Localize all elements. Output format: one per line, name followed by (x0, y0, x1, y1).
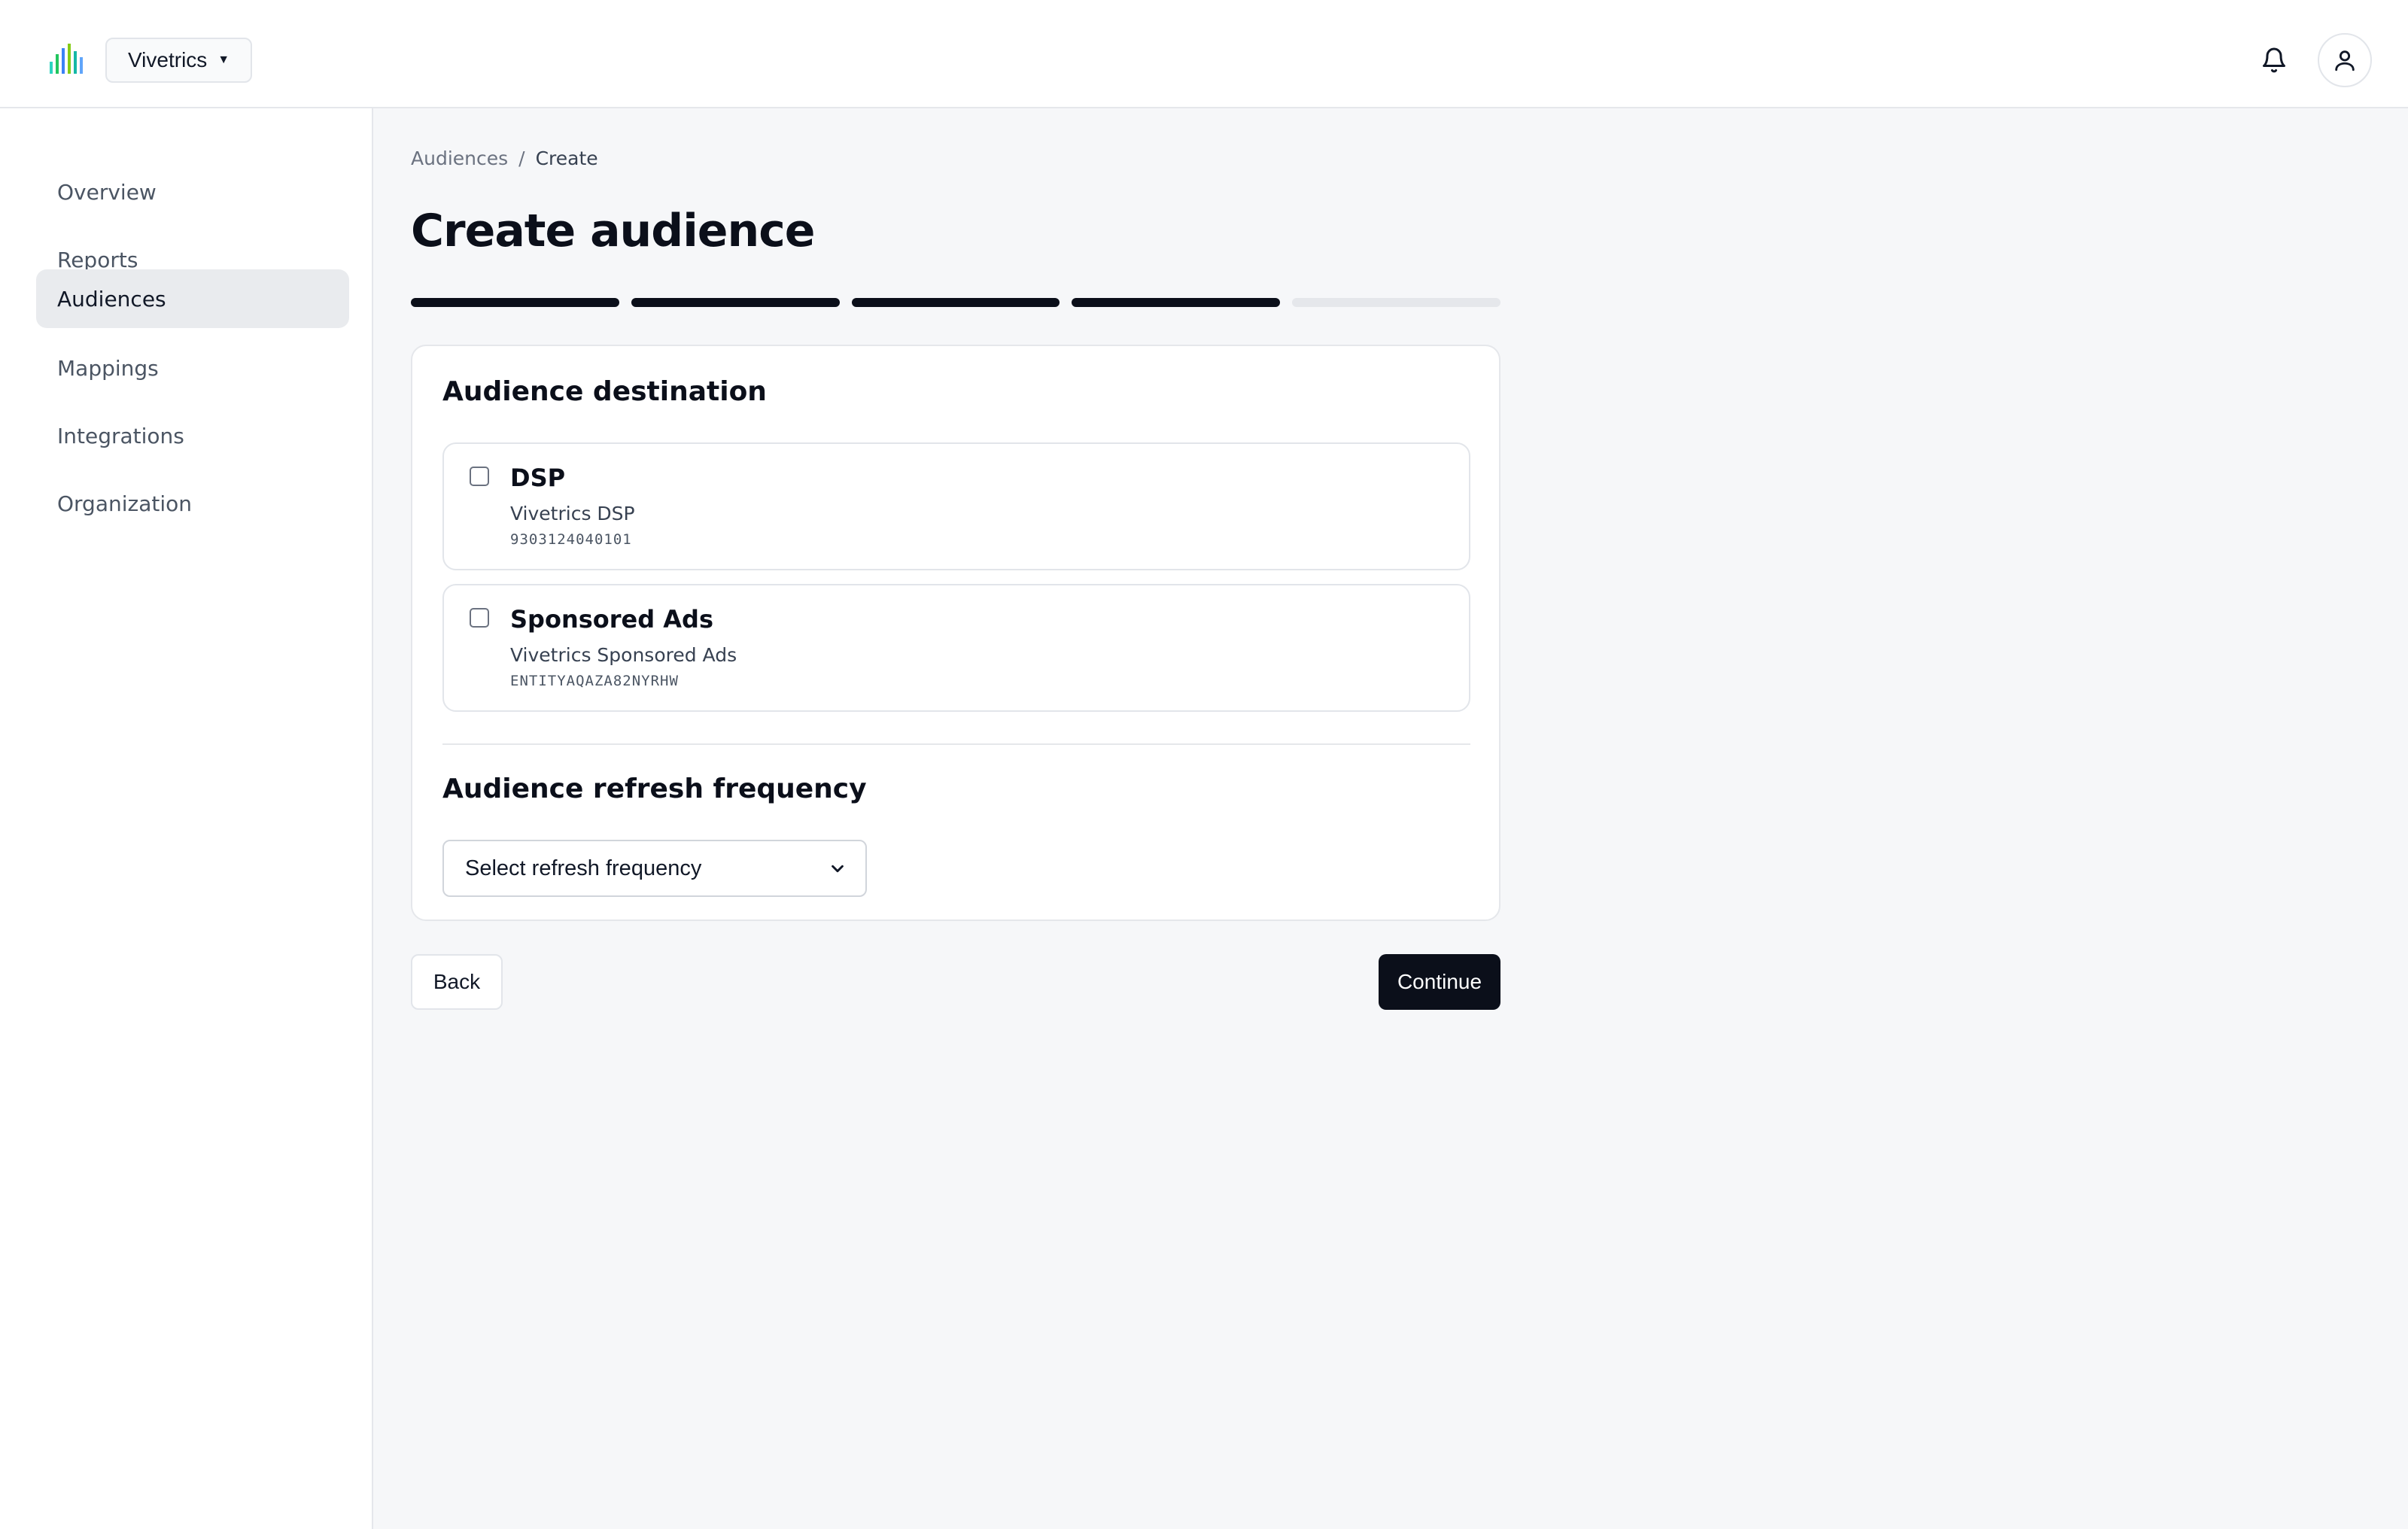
bell-icon[interactable] (2261, 47, 2288, 74)
breadcrumb-current: Create (535, 147, 598, 169)
main-content: Audiences / Create Create audience Audie… (373, 108, 2408, 1529)
sidebar-item-mappings[interactable]: Mappings (36, 339, 349, 397)
user-icon (2335, 50, 2355, 71)
breadcrumb-separator: / (518, 147, 525, 169)
sidebar-item-label: Audiences (57, 286, 166, 312)
sponsored-ads-checkbox[interactable] (470, 608, 489, 628)
option-title: Sponsored Ads (510, 605, 713, 634)
sidebar-item-label: Overview (57, 179, 157, 205)
option-id: ENTITYAQAZA82NYRHW (510, 673, 679, 689)
audience-form-card: Audience destination DSP Vivetrics DSP 9… (411, 345, 1500, 921)
step-indicator-complete (631, 298, 840, 307)
refresh-section-title: Audience refresh frequency (442, 774, 867, 804)
org-switcher[interactable]: Vivetrics ▼ (105, 38, 253, 83)
dsp-checkbox[interactable] (470, 467, 489, 486)
chevron-down-icon (832, 865, 844, 873)
step-indicator-complete (851, 298, 1060, 307)
org-name: Vivetrics (128, 48, 208, 71)
section-divider (442, 743, 1470, 745)
step-indicator-complete (1072, 298, 1281, 307)
sidebar-item-integrations[interactable]: Integrations (36, 406, 349, 465)
option-id: 9303124040101 (510, 531, 632, 548)
breadcrumb-parent-link[interactable]: Audiences (411, 147, 508, 169)
continue-button[interactable]: Continue (1379, 954, 1500, 1010)
sidebar-item-audiences[interactable]: Audiences (36, 269, 349, 328)
option-subtitle: Vivetrics DSP (510, 503, 635, 524)
sidebar-item-label: Integrations (57, 423, 184, 448)
destination-option-dsp[interactable]: DSP Vivetrics DSP 9303124040101 (442, 442, 1470, 570)
sidebar-item-label: Reports (57, 247, 138, 272)
sidebar-item-label: Organization (57, 491, 193, 516)
destination-section-title: Audience destination (442, 376, 767, 407)
breadcrumb: Audiences / Create (411, 147, 598, 169)
sidebar-item-organization[interactable]: Organization (36, 474, 349, 533)
bar-chart-logo-icon[interactable] (48, 42, 83, 75)
destination-option-sponsored-ads[interactable]: Sponsored Ads Vivetrics Sponsored Ads EN… (442, 584, 1470, 712)
progress-stepper (411, 298, 1500, 307)
option-subtitle: Vivetrics Sponsored Ads (510, 644, 737, 666)
back-button[interactable]: Back (411, 954, 503, 1010)
sidebar-item-overview[interactable]: Overview (36, 163, 349, 221)
top-bar: Vivetrics ▼ (0, 0, 2408, 108)
sidebar: Overview Reports Audiences Mappings Inte… (0, 108, 373, 1529)
step-indicator-complete (411, 298, 619, 307)
sidebar-item-label: Mappings (57, 355, 159, 381)
caret-down-icon: ▼ (217, 53, 230, 66)
page-title: Create audience (411, 205, 815, 257)
user-avatar-button[interactable] (2318, 33, 2372, 87)
option-title: DSP (510, 464, 566, 492)
step-indicator-pending (1292, 298, 1500, 307)
select-value: Select refresh frequency (465, 856, 702, 880)
refresh-frequency-select[interactable]: Select refresh frequency (442, 840, 867, 897)
